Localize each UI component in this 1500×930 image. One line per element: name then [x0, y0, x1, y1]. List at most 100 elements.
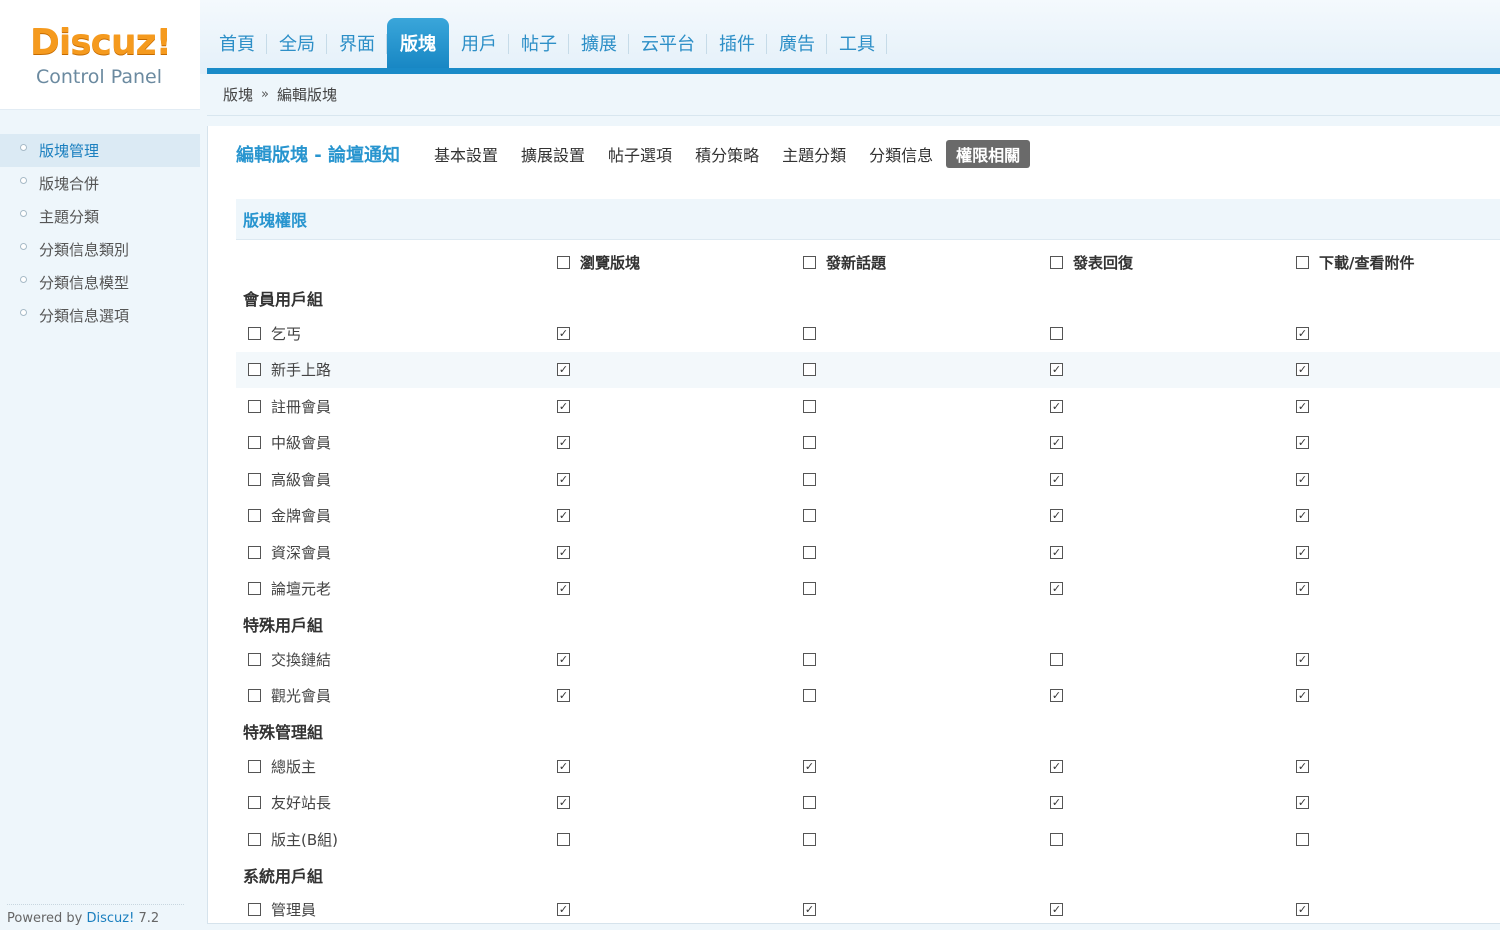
sidebar-item-1[interactable]: 版塊合併 [0, 167, 200, 200]
permission-checkbox[interactable] [803, 363, 816, 377]
permission-checkbox[interactable] [1296, 509, 1309, 523]
permission-checkbox[interactable] [803, 399, 816, 413]
permission-checkbox[interactable] [557, 399, 570, 413]
nav-tab-1[interactable]: 全局 [267, 18, 327, 68]
row-select-checkbox[interactable] [248, 652, 261, 666]
row-select-checkbox[interactable] [248, 363, 261, 377]
nav-tab-4[interactable]: 用戶 [449, 18, 509, 68]
permission-checkbox[interactable] [1296, 759, 1309, 773]
permission-checkbox[interactable] [803, 509, 816, 523]
permission-checkbox[interactable] [1296, 545, 1309, 559]
row-select-checkbox[interactable] [248, 796, 261, 810]
permission-checkbox[interactable] [1050, 582, 1063, 596]
subtab-5[interactable]: 分類信息 [859, 140, 943, 168]
row-select-checkbox[interactable] [248, 399, 261, 413]
row-select-checkbox[interactable] [248, 545, 261, 559]
permission-checkbox[interactable] [557, 509, 570, 523]
subtab-6[interactable]: 權限相關 [946, 140, 1031, 168]
sidebar-item-4[interactable]: 分類信息模型 [0, 266, 200, 299]
permission-checkbox[interactable] [557, 796, 570, 810]
sidebar-item-3[interactable]: 分類信息類別 [0, 233, 200, 266]
permission-checkbox[interactable] [1296, 689, 1309, 703]
permission-checkbox[interactable] [803, 582, 816, 596]
subtab-1[interactable]: 擴展設置 [511, 140, 595, 168]
permission-checkbox[interactable] [1296, 436, 1309, 450]
permission-checkbox[interactable] [1050, 399, 1063, 413]
breadcrumb-root[interactable]: 版塊 [223, 84, 253, 105]
sidebar-item-0[interactable]: 版塊管理 [0, 134, 200, 167]
permission-checkbox[interactable] [803, 472, 816, 486]
select-all-checkbox[interactable] [1050, 255, 1063, 269]
permission-checkbox[interactable] [803, 689, 816, 703]
permission-checkbox[interactable] [803, 545, 816, 559]
permission-checkbox[interactable] [1050, 545, 1063, 559]
permission-checkbox[interactable] [803, 796, 816, 810]
permission-checkbox[interactable] [557, 545, 570, 559]
permission-checkbox[interactable] [557, 832, 570, 846]
permission-checkbox[interactable] [803, 832, 816, 846]
row-select-checkbox[interactable] [248, 832, 261, 846]
permission-checkbox[interactable] [557, 363, 570, 377]
permission-checkbox[interactable] [1050, 363, 1063, 377]
permission-checkbox[interactable] [1296, 652, 1309, 666]
permission-checkbox[interactable] [1050, 689, 1063, 703]
row-select-checkbox[interactable] [248, 509, 261, 523]
permission-checkbox[interactable] [1296, 399, 1309, 413]
select-all-checkbox[interactable] [1296, 255, 1309, 269]
subtab-2[interactable]: 帖子選項 [598, 140, 682, 168]
select-all-checkbox[interactable] [557, 255, 570, 269]
permission-checkbox[interactable] [1296, 363, 1309, 377]
nav-tab-10[interactable]: 工具 [827, 18, 887, 68]
permission-checkbox[interactable] [557, 903, 570, 917]
permission-checkbox[interactable] [1050, 472, 1063, 486]
row-select-checkbox[interactable] [248, 903, 261, 917]
nav-tab-0[interactable]: 首頁 [207, 18, 267, 68]
sidebar-item-5[interactable]: 分類信息選項 [0, 299, 200, 332]
nav-tab-6[interactable]: 擴展 [569, 18, 629, 68]
permission-checkbox[interactable] [1296, 582, 1309, 596]
permission-checkbox[interactable] [803, 652, 816, 666]
permission-checkbox[interactable] [1050, 796, 1063, 810]
row-select-checkbox[interactable] [248, 472, 261, 486]
permission-checkbox[interactable] [557, 582, 570, 596]
permission-checkbox[interactable] [803, 759, 816, 773]
nav-tab-5[interactable]: 帖子 [509, 18, 569, 68]
nav-tab-8[interactable]: 插件 [707, 18, 767, 68]
permission-checkbox[interactable] [803, 903, 816, 917]
permission-checkbox[interactable] [557, 472, 570, 486]
permission-checkbox[interactable] [1050, 759, 1063, 773]
permission-checkbox[interactable] [1296, 472, 1309, 486]
permission-checkbox[interactable] [1050, 903, 1063, 917]
permission-checkbox[interactable] [1296, 326, 1309, 340]
permission-checkbox[interactable] [557, 652, 570, 666]
subtab-4[interactable]: 主題分類 [772, 140, 856, 168]
nav-tab-7[interactable]: 云平台 [629, 18, 707, 68]
powered-brand-link[interactable]: Discuz! [87, 911, 135, 926]
permission-checkbox[interactable] [1050, 652, 1063, 666]
permission-checkbox[interactable] [1050, 326, 1063, 340]
row-select-checkbox[interactable] [248, 689, 261, 703]
permission-checkbox[interactable] [1050, 832, 1063, 846]
permission-checkbox[interactable] [557, 689, 570, 703]
row-select-checkbox[interactable] [248, 759, 261, 773]
permission-checkbox[interactable] [557, 436, 570, 450]
row-select-checkbox[interactable] [248, 326, 261, 340]
permission-checkbox[interactable] [803, 436, 816, 450]
permission-checkbox[interactable] [803, 326, 816, 340]
row-select-checkbox[interactable] [248, 436, 261, 450]
subtab-3[interactable]: 積分策略 [685, 140, 769, 168]
permission-checkbox[interactable] [1050, 436, 1063, 450]
sidebar-item-2[interactable]: 主題分類 [0, 200, 200, 233]
permission-checkbox[interactable] [557, 759, 570, 773]
row-select-checkbox[interactable] [248, 582, 261, 596]
nav-tab-9[interactable]: 廣告 [767, 18, 827, 68]
nav-tab-2[interactable]: 界面 [327, 18, 387, 68]
permission-checkbox[interactable] [1050, 509, 1063, 523]
subtab-0[interactable]: 基本設置 [424, 140, 508, 168]
select-all-checkbox[interactable] [803, 255, 816, 269]
permission-checkbox[interactable] [1296, 903, 1309, 917]
nav-tab-3[interactable]: 版塊 [387, 18, 449, 68]
permission-checkbox[interactable] [1296, 832, 1309, 846]
logo[interactable]: Discuz! Control Panel [0, 0, 200, 110]
permission-checkbox[interactable] [557, 326, 570, 340]
